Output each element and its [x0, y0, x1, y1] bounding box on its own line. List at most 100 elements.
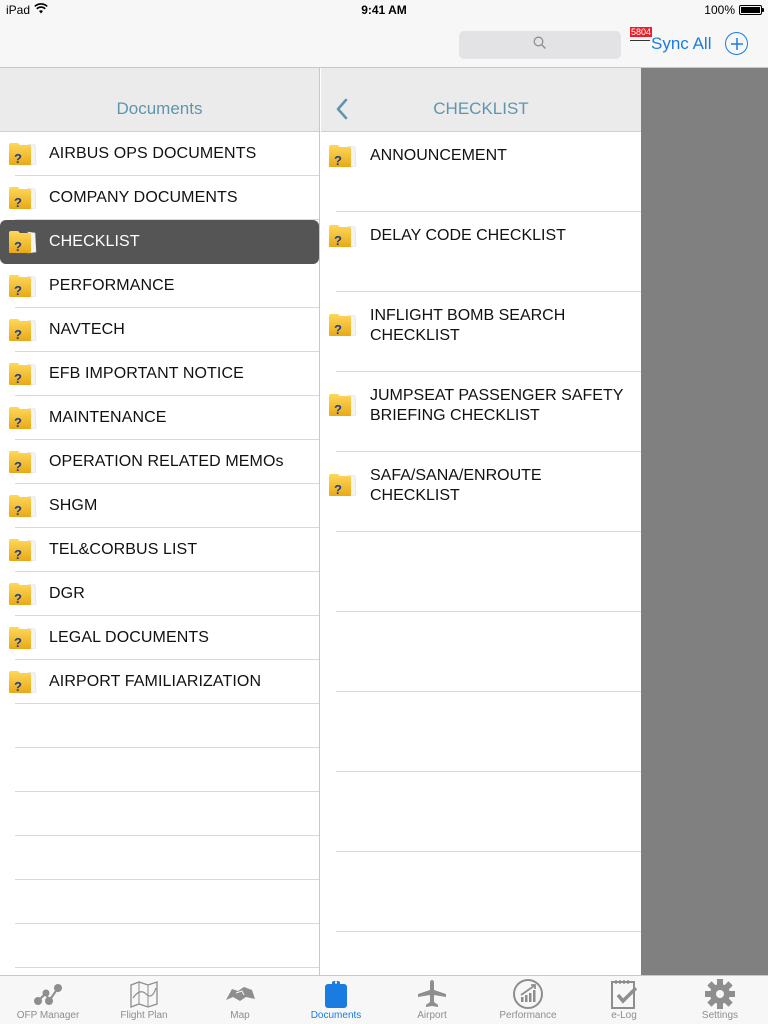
- document-folder-row[interactable]: OPERATION RELATED MEMOs: [0, 440, 319, 484]
- folder-label: DELAY CODE CHECKLIST: [370, 227, 566, 244]
- status-bar: iPad 9:41 AM 100%: [0, 0, 768, 20]
- elog-checklist-icon: [608, 979, 640, 1009]
- flight-plan-map-icon: [128, 979, 160, 1009]
- folder-label: TEL&CORBUS LIST: [49, 541, 198, 558]
- tab-label: Documents: [310, 1010, 362, 1021]
- folder-label: AIRPORT FAMILIARIZATION: [49, 673, 262, 690]
- empty-row: [321, 692, 641, 772]
- gear-icon: [704, 979, 736, 1009]
- folder-question-icon: [8, 493, 38, 519]
- battery-percent: 100%: [704, 3, 735, 17]
- folder-question-icon: [328, 312, 358, 338]
- checklist-folder-row[interactable]: JUMPSEAT PASSENGER SAFETY BRIEFING CHECK…: [321, 372, 641, 452]
- checklist-header: CHECKLIST: [321, 68, 641, 132]
- folder-question-icon: [8, 405, 38, 431]
- tab-flight-plan[interactable]: Flight Plan: [96, 976, 192, 1024]
- empty-row: [321, 852, 641, 932]
- folder-label: PERFORMANCE: [49, 277, 175, 294]
- badge-underline: [630, 40, 650, 41]
- detail-placeholder: [641, 68, 768, 975]
- document-folder-row[interactable]: EFB IMPORTANT NOTICE: [0, 352, 319, 396]
- folder-label: DGR: [49, 585, 85, 602]
- sync-count-badge: 5804: [630, 27, 653, 37]
- tab-label: OFP Manager: [16, 1010, 80, 1021]
- folder-question-icon: [8, 537, 38, 563]
- documents-pane: Documents AIRBUS OPS DOCUMENTS COMPANY DO…: [0, 68, 320, 975]
- folder-question-icon: [8, 669, 38, 695]
- folder-question-icon: [328, 143, 358, 169]
- document-folder-row[interactable]: NAVTECH: [0, 308, 319, 352]
- tab-documents[interactable]: Documents: [288, 976, 384, 1024]
- tab-label: Settings: [701, 1010, 739, 1021]
- sync-all-button[interactable]: Sync All: [651, 34, 711, 54]
- empty-row: [0, 748, 319, 792]
- documents-header: Documents: [0, 68, 319, 132]
- folder-label: CHECKLIST: [49, 233, 140, 250]
- tab-map[interactable]: Map: [192, 976, 288, 1024]
- document-folder-row[interactable]: MAINTENANCE: [0, 396, 319, 440]
- checklist-pane: CHECKLIST ANNOUNCEMENT DELAY CODE CHECKLI…: [321, 68, 641, 975]
- folder-label: MAINTENANCE: [49, 409, 167, 426]
- ofp-manager-icon: [32, 979, 64, 1009]
- map-icon: [224, 979, 256, 1009]
- folder-question-icon: [8, 141, 38, 167]
- folder-label: AIRBUS OPS DOCUMENTS: [49, 145, 257, 162]
- document-folder-row[interactable]: LEGAL DOCUMENTS: [0, 616, 319, 660]
- checklist-folder-row[interactable]: INFLIGHT BOMB SEARCH CHECKLIST: [321, 292, 641, 372]
- document-folder-row[interactable]: PERFORMANCE: [0, 264, 319, 308]
- tab-label: Flight Plan: [120, 1010, 168, 1021]
- tab-settings[interactable]: Settings: [672, 976, 768, 1024]
- document-folder-row[interactable]: TEL&CORBUS LIST: [0, 528, 319, 572]
- document-folder-row[interactable]: DGR: [0, 572, 319, 616]
- folder-question-icon: [8, 581, 38, 607]
- checklist-title: CHECKLIST: [433, 99, 529, 118]
- empty-row: [0, 836, 319, 880]
- tab-bar: OFP Manager Flight Plan Map Documents Ai…: [0, 975, 768, 1024]
- folder-label: LEGAL DOCUMENTS: [49, 629, 210, 646]
- folder-question-icon: [8, 229, 38, 255]
- empty-row: [0, 792, 319, 836]
- empty-row: [321, 612, 641, 692]
- performance-chart-icon: [512, 979, 544, 1009]
- top-toolbar: 5804 Sync All: [0, 20, 768, 68]
- folder-question-icon: [8, 317, 38, 343]
- tab-performance[interactable]: Performance: [480, 976, 576, 1024]
- checklist-folder-row[interactable]: DELAY CODE CHECKLIST: [321, 212, 641, 292]
- empty-row: [321, 532, 641, 612]
- tab-e-log[interactable]: e-Log: [576, 976, 672, 1024]
- checklist-folder-row[interactable]: ANNOUNCEMENT: [321, 132, 641, 212]
- tab-airport[interactable]: Airport: [384, 976, 480, 1024]
- tab-label: Airport: [417, 1010, 447, 1021]
- status-time: 9:41 AM: [361, 3, 407, 17]
- search-input[interactable]: [459, 31, 621, 59]
- folder-label: NAVTECH: [49, 321, 125, 338]
- folder-label: SAFA/SANA/ENROUTE CHECKLIST: [370, 467, 542, 504]
- folder-label: ANNOUNCEMENT: [370, 147, 507, 164]
- checklist-folder-row[interactable]: SAFA/SANA/ENROUTE CHECKLIST: [321, 452, 641, 532]
- document-folder-row[interactable]: COMPANY DOCUMENTS: [0, 176, 319, 220]
- empty-row: [0, 880, 319, 924]
- document-folder-row[interactable]: CHECKLIST: [0, 220, 319, 264]
- folder-label: EFB IMPORTANT NOTICE: [49, 365, 244, 382]
- battery-icon: [739, 5, 764, 15]
- folder-question-icon: [328, 472, 358, 498]
- search-icon: [533, 36, 547, 55]
- documents-list: AIRBUS OPS DOCUMENTS COMPANY DOCUMENTS CHE…: [0, 132, 319, 968]
- tab-ofp-manager[interactable]: OFP Manager: [0, 976, 96, 1024]
- empty-row: [321, 772, 641, 852]
- folder-label: COMPANY DOCUMENTS: [49, 189, 238, 206]
- folder-label: INFLIGHT BOMB SEARCH CHECKLIST: [370, 307, 566, 344]
- document-folder-row[interactable]: AIRPORT FAMILIARIZATION: [0, 660, 319, 704]
- document-folder-row[interactable]: AIRBUS OPS DOCUMENTS: [0, 132, 319, 176]
- tab-label: e-Log: [611, 1010, 637, 1021]
- documents-title: Documents: [116, 99, 203, 118]
- tab-label: Performance: [499, 1010, 557, 1021]
- plus-icon: [730, 37, 743, 50]
- document-folder-row[interactable]: SHGM: [0, 484, 319, 528]
- tab-label: Map: [230, 1010, 250, 1021]
- folder-question-icon: [328, 392, 358, 418]
- empty-row: [0, 924, 319, 968]
- add-button[interactable]: [725, 32, 748, 55]
- folder-label: SHGM: [49, 497, 98, 514]
- documents-clipboard-icon: [320, 979, 352, 1009]
